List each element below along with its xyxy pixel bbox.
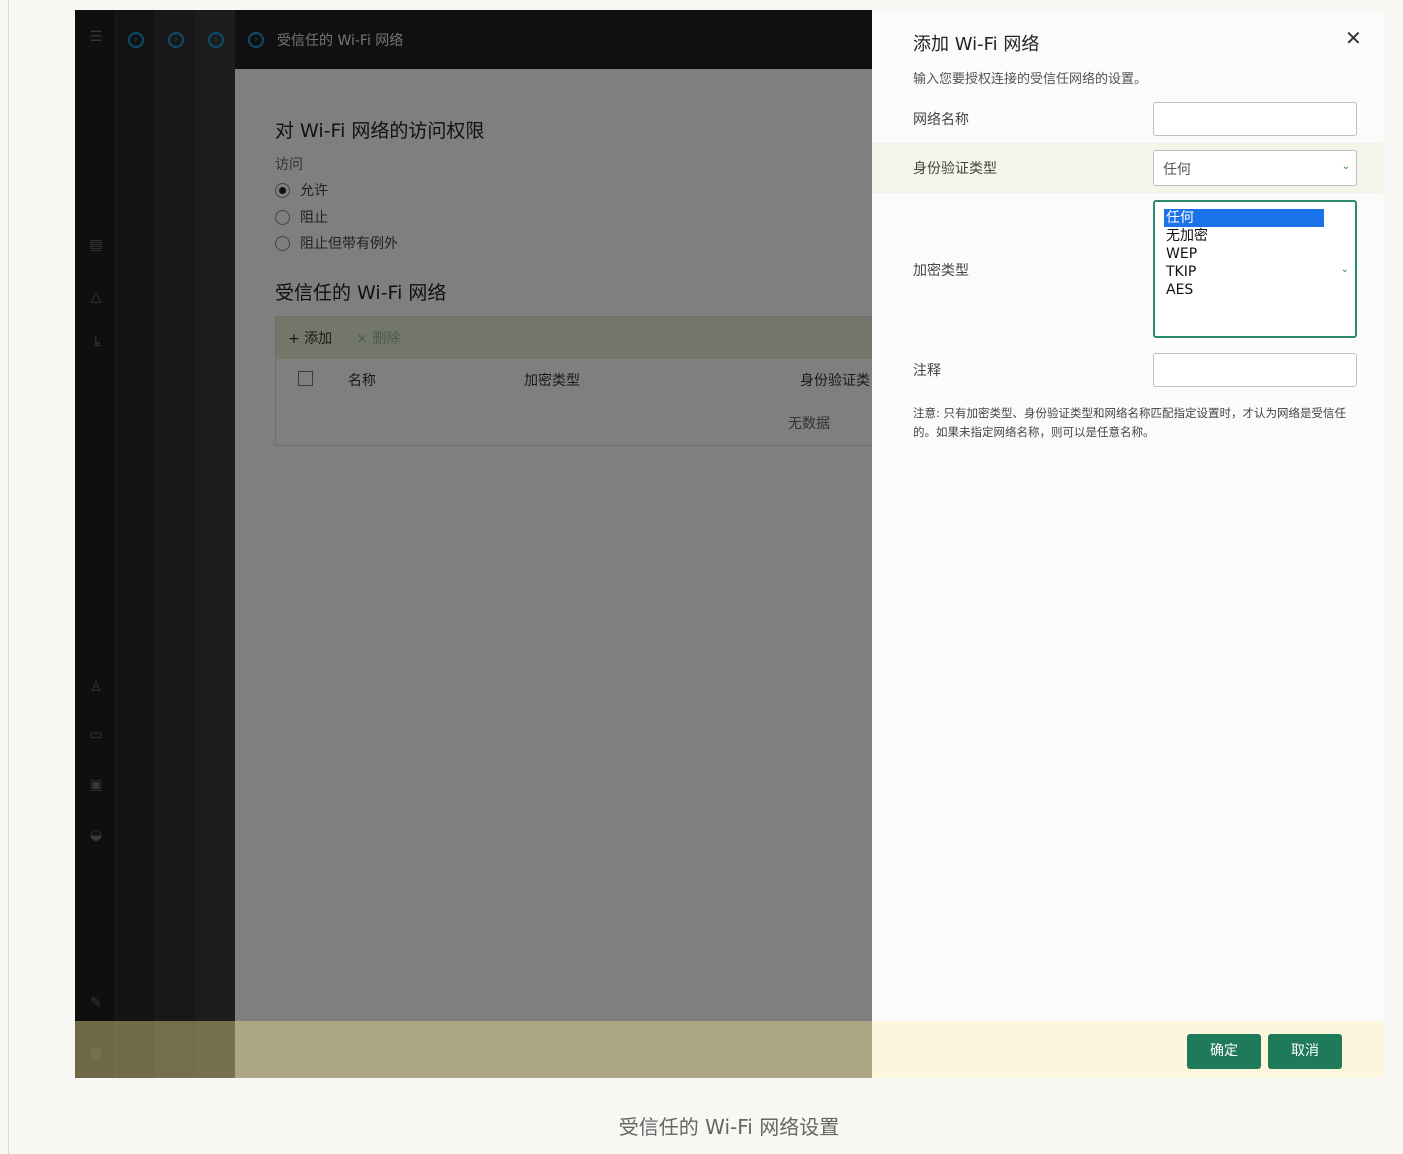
encryption-option[interactable]: WEP [1164, 245, 1324, 263]
chevron-down-icon: ⌄ [1340, 264, 1349, 275]
figure-caption: 受信任的 Wi-Fi 网络设置 [618, 1115, 840, 1139]
encryption-option[interactable]: TKIP [1164, 263, 1324, 281]
auth-type-select[interactable]: 任何 ⌄ [1153, 150, 1357, 186]
auth-type-label: 身份验证类型 [913, 161, 997, 177]
comment-input[interactable] [1153, 353, 1357, 387]
modal-overlay[interactable] [75, 10, 872, 1078]
page-left-border [8, 0, 9, 1154]
auth-type-value: 任何 [1163, 162, 1191, 178]
comment-label: 注释 [913, 363, 941, 379]
network-name-input[interactable] [1153, 102, 1357, 136]
chevron-down-icon: ⌄ [1341, 161, 1350, 172]
network-name-label: 网络名称 [913, 112, 969, 128]
encryption-type-label: 加密类型 [913, 263, 969, 279]
encryption-option[interactable]: 任何 [1164, 209, 1324, 227]
add-wifi-drawer: 添加 Wi-Fi 网络 ✕ 输入您要授权连接的受信任网络的设置。 网络名称 身份… [872, 10, 1383, 1078]
close-icon[interactable]: ✕ [1345, 26, 1362, 50]
encryption-option[interactable]: AES [1164, 281, 1324, 299]
footer-band [75, 1021, 872, 1078]
drawer-title: 添加 Wi-Fi 网络 [913, 34, 1040, 55]
ok-button[interactable]: 确定 [1187, 1034, 1261, 1069]
encryption-option[interactable]: 无加密 [1164, 227, 1324, 245]
drawer-footer: 确定 取消 [872, 1021, 1383, 1078]
encryption-type-listbox[interactable]: 任何 无加密 WEP TKIP AES ⌄ [1153, 200, 1357, 338]
note-text: 注意: 只有加密类型、身份验证类型和网络名称匹配指定设置时，才认为网络是受信任的… [913, 406, 1347, 439]
app-screenshot: ☰ ▤ △ ╘ ♙ ▭ ▣ ◒ ✎ ◎ › › › › 受信任的 Wi-Fi 网… [75, 10, 1383, 1078]
cancel-button[interactable]: 取消 [1268, 1034, 1342, 1069]
drawer-subtitle: 输入您要授权连接的受信任网络的设置。 [913, 72, 1148, 87]
